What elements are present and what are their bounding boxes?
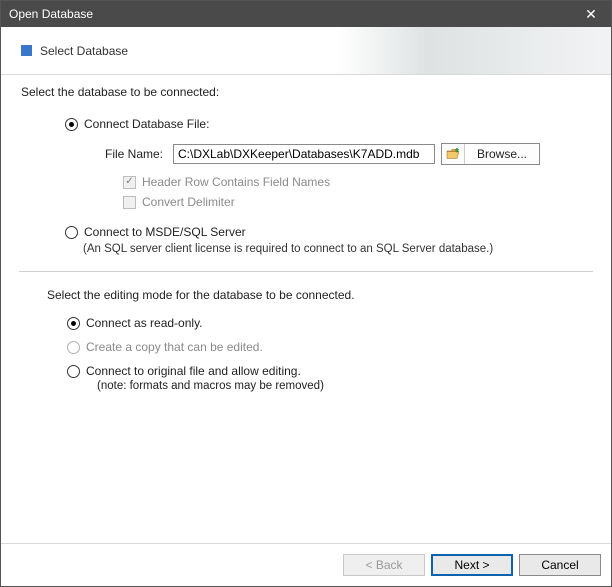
option-connect-sql[interactable]: Connect to MSDE/SQL Server (65, 225, 593, 239)
option-original[interactable]: Connect to original file and allow editi… (67, 364, 593, 378)
file-name-row: File Name: Browse... (93, 143, 593, 165)
radio-readonly-label: Connect as read-only. (86, 316, 203, 330)
file-name-label: File Name: (93, 147, 173, 161)
option-readonly[interactable]: Connect as read-only. (67, 316, 593, 330)
content-area: Select the database to be connected: Con… (1, 75, 611, 543)
radio-connect-sql-label: Connect to MSDE/SQL Server (84, 225, 246, 239)
back-button-label: < Back (365, 558, 402, 572)
radio-original-label: Connect to original file and allow editi… (86, 364, 301, 378)
checkbox-header-row-label: Header Row Contains Field Names (142, 175, 330, 189)
header-row-option: Header Row Contains Field Names (123, 175, 593, 189)
convert-delimiter-option: Convert Delimiter (123, 195, 593, 209)
close-icon: ✕ (585, 6, 597, 23)
radio-create-copy (67, 341, 80, 354)
sql-license-note: (An SQL server client license is require… (83, 243, 593, 255)
file-name-input[interactable] (173, 144, 435, 164)
browse-button[interactable]: Browse... (441, 143, 540, 165)
next-button[interactable]: Next > (431, 554, 513, 576)
browse-button-label: Browse... (465, 147, 539, 161)
cancel-button-label: Cancel (541, 558, 578, 572)
cancel-button[interactable]: Cancel (519, 554, 601, 576)
option-create-copy: Create a copy that can be edited. (67, 340, 593, 354)
checkbox-convert-delimiter-label: Convert Delimiter (142, 195, 235, 209)
titlebar: Open Database ✕ (1, 1, 611, 27)
open-database-dialog: Open Database ✕ Select Database Select t… (0, 0, 612, 587)
radio-connect-file[interactable] (65, 118, 78, 131)
close-button[interactable]: ✕ (571, 1, 611, 27)
option-connect-file[interactable]: Connect Database File: (65, 117, 593, 131)
banner-square-icon (21, 45, 32, 56)
radio-readonly[interactable] (67, 317, 80, 330)
banner-title: Select Database (40, 44, 128, 58)
radio-connect-file-label: Connect Database File: (84, 117, 209, 131)
next-button-label: Next > (454, 558, 489, 572)
checkbox-header-row (123, 176, 136, 189)
editing-mode-prompt: Select the editing mode for the database… (47, 288, 593, 302)
back-button: < Back (343, 554, 425, 576)
original-note: (note: formats and macros may be removed… (97, 380, 593, 392)
editing-mode-section: Select the editing mode for the database… (47, 288, 593, 392)
folder-open-icon (442, 144, 465, 164)
footer: < Back Next > Cancel (1, 543, 611, 586)
divider (19, 271, 593, 272)
select-db-prompt: Select the database to be connected: (21, 85, 593, 99)
wizard-banner: Select Database (1, 27, 611, 75)
radio-create-copy-label: Create a copy that can be edited. (86, 340, 263, 354)
window-title: Open Database (9, 7, 571, 21)
checkbox-convert-delimiter (123, 196, 136, 209)
radio-connect-sql[interactable] (65, 226, 78, 239)
radio-original[interactable] (67, 365, 80, 378)
